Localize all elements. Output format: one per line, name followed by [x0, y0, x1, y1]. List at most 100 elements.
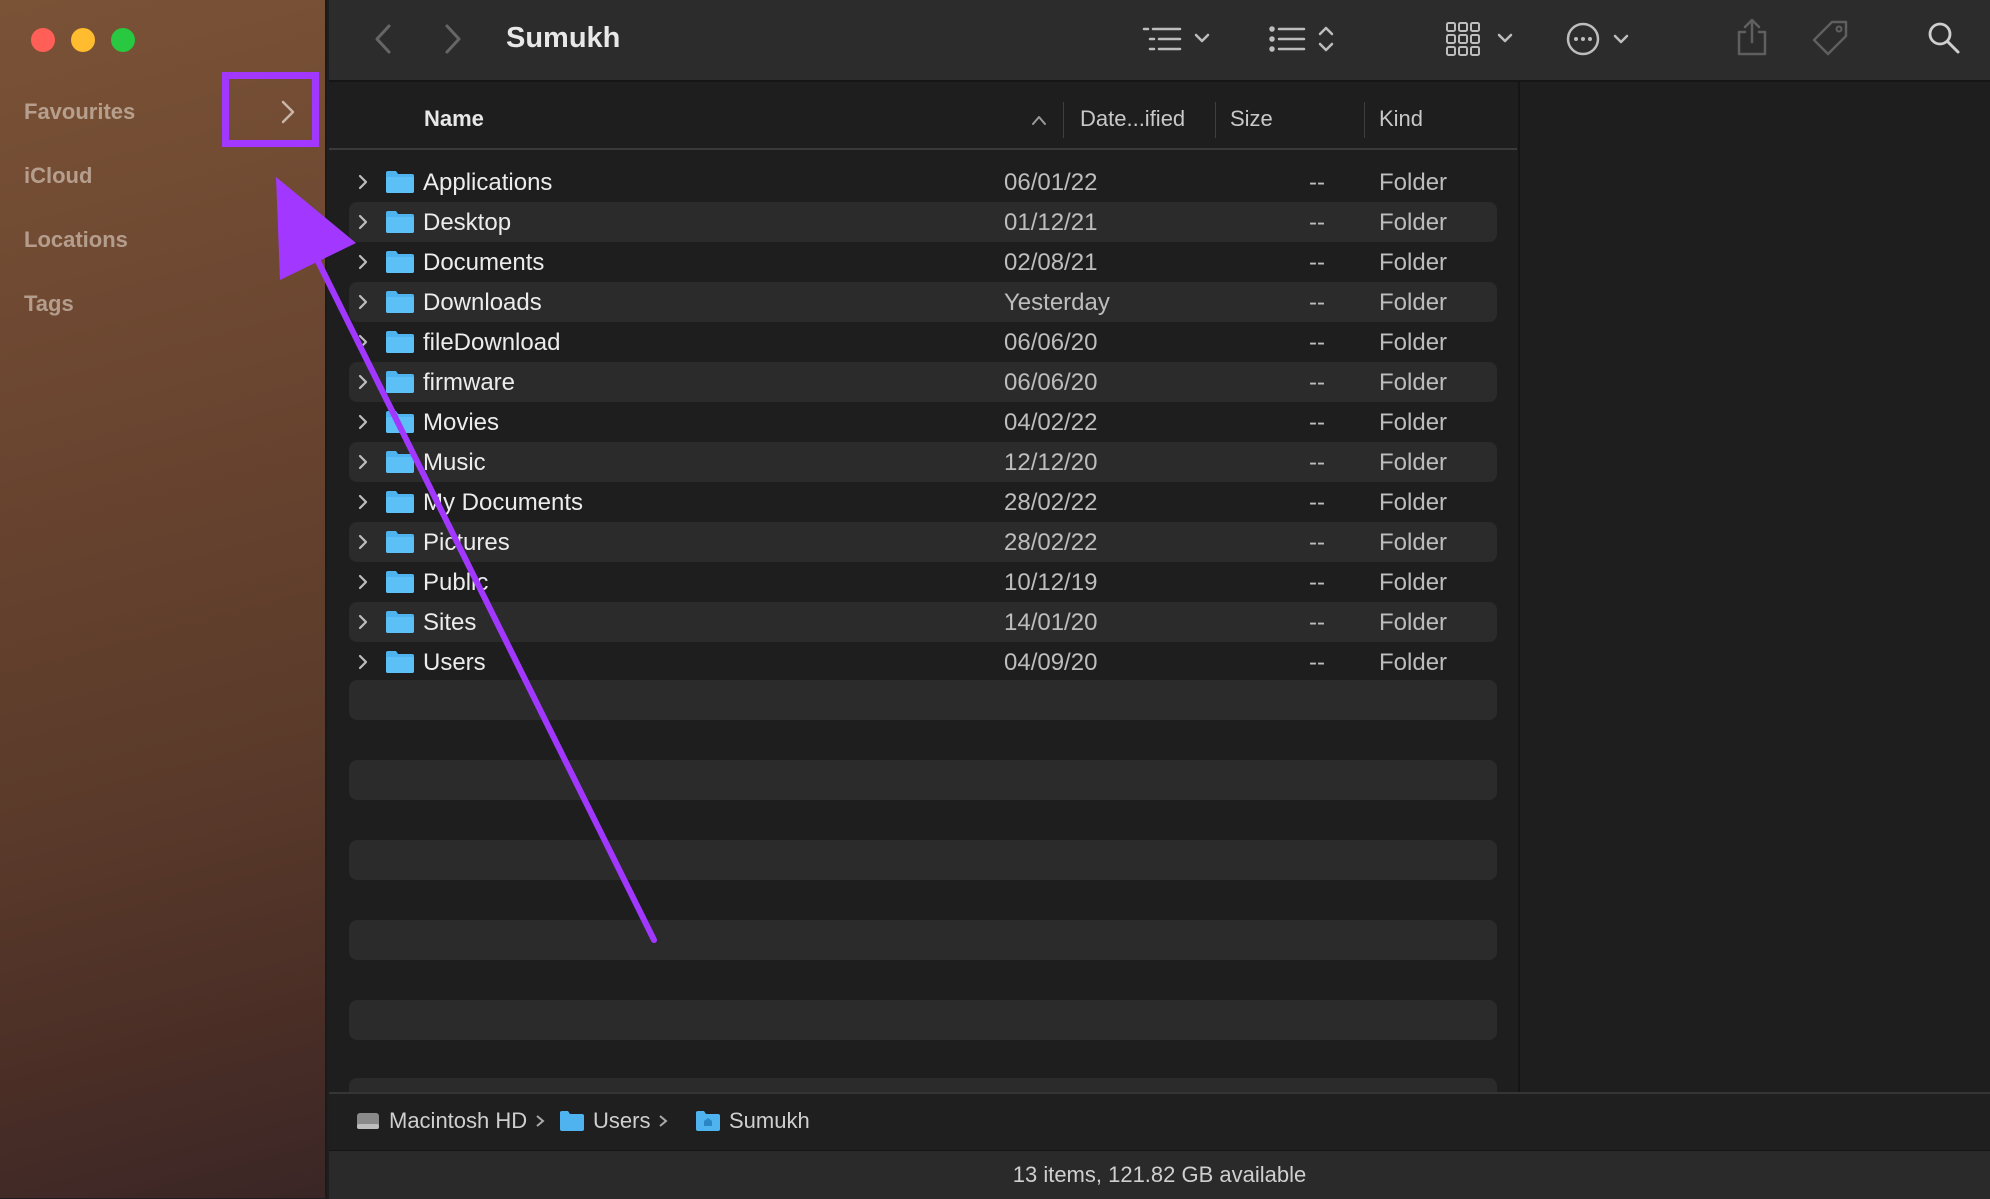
file-name: Public — [423, 569, 489, 596]
disclosure-chevron-icon[interactable] — [357, 533, 369, 551]
empty-row — [349, 760, 1497, 800]
folder-icon — [386, 611, 414, 633]
folder-icon — [386, 371, 414, 393]
table-row[interactable]: Documents 02/08/21 -- Folder — [349, 242, 1497, 282]
folder-icon — [386, 211, 414, 233]
file-size: -- — [1309, 369, 1325, 396]
file-date-modified: 28/02/22 — [1004, 489, 1098, 516]
sort-list-icon[interactable] — [1268, 22, 1338, 56]
file-list: Name Date...ified Size Kind Applications… — [329, 82, 1517, 1092]
share-icon[interactable] — [1734, 16, 1770, 58]
table-row[interactable]: Movies 04/02/22 -- Folder — [349, 402, 1497, 442]
column-header-kind[interactable]: Kind — [1379, 106, 1423, 132]
column-header-date[interactable]: Date...ified — [1080, 106, 1185, 132]
file-date-modified: 04/02/22 — [1004, 409, 1098, 436]
table-row[interactable]: Users 04/09/20 -- Folder — [349, 642, 1497, 682]
path-item-label: Sumukh — [729, 1108, 810, 1133]
table-row[interactable]: Sites 14/01/20 -- Folder — [349, 602, 1497, 642]
minimize-window-button[interactable] — [71, 28, 95, 52]
zoom-window-button[interactable] — [111, 28, 135, 52]
annotation-highlight-box — [222, 72, 319, 147]
table-row[interactable]: fileDownload 06/06/20 -- Folder — [349, 322, 1497, 362]
file-size: -- — [1309, 329, 1325, 356]
search-icon[interactable] — [1926, 20, 1962, 56]
folder-icon — [560, 1111, 584, 1131]
group-by-icon[interactable] — [1142, 24, 1212, 54]
file-name: Desktop — [423, 209, 512, 236]
file-date-modified: 14/01/20 — [1004, 609, 1098, 636]
file-size: -- — [1309, 569, 1325, 596]
disclosure-chevron-icon[interactable] — [357, 213, 369, 231]
file-kind: Folder — [1379, 489, 1448, 516]
sidebar-section-icloud[interactable]: iCloud — [24, 163, 92, 189]
sidebar-section-locations[interactable]: Locations — [24, 227, 128, 253]
tag-icon[interactable] — [1810, 18, 1850, 58]
file-name: Downloads — [423, 289, 542, 316]
column-separator[interactable] — [1063, 102, 1064, 138]
sidebar-section-favourites[interactable]: Favourites — [24, 99, 135, 125]
file-name: Movies — [423, 409, 500, 436]
file-kind: Folder — [1379, 649, 1448, 676]
table-row[interactable]: Pictures 28/02/22 -- Folder — [349, 522, 1497, 562]
file-date-modified: 02/08/21 — [1004, 249, 1098, 276]
file-kind: Folder — [1379, 529, 1448, 556]
table-row[interactable]: Music 12/12/20 -- Folder — [349, 442, 1497, 482]
column-header-size[interactable]: Size — [1230, 106, 1273, 132]
path-item-users[interactable]: Users — [559, 1108, 669, 1134]
column-separator[interactable] — [1364, 102, 1365, 138]
file-date-modified: 06/06/20 — [1004, 329, 1098, 356]
folder-icon — [386, 171, 414, 193]
table-row[interactable]: My Documents 28/02/22 -- Folder — [349, 482, 1497, 522]
disclosure-chevron-icon[interactable] — [357, 573, 369, 591]
disclosure-chevron-icon[interactable] — [357, 333, 369, 351]
more-actions-icon[interactable] — [1565, 20, 1635, 58]
file-date-modified: 01/12/21 — [1004, 209, 1098, 236]
file-name: fileDownload — [423, 329, 561, 356]
file-size: -- — [1309, 449, 1325, 476]
disclosure-chevron-icon[interactable] — [357, 293, 369, 311]
file-name: My Documents — [423, 489, 584, 516]
file-kind: Folder — [1379, 249, 1448, 276]
path-item-sumukh[interactable]: Sumukh — [695, 1108, 810, 1134]
table-row[interactable]: Desktop 01/12/21 -- Folder — [349, 202, 1497, 242]
file-size: -- — [1309, 249, 1325, 276]
file-date-modified: 06/06/20 — [1004, 369, 1098, 396]
disclosure-chevron-icon[interactable] — [357, 413, 369, 431]
disclosure-chevron-icon[interactable] — [357, 453, 369, 471]
file-name: Users — [423, 649, 486, 676]
forward-icon[interactable] — [443, 22, 463, 56]
file-size: -- — [1309, 609, 1325, 636]
file-name: Sites — [423, 609, 477, 636]
chevron-right-icon — [536, 1115, 545, 1127]
file-kind: Folder — [1379, 289, 1448, 316]
disclosure-chevron-icon[interactable] — [357, 173, 369, 191]
file-kind: Folder — [1379, 409, 1448, 436]
disclosure-chevron-icon[interactable] — [357, 373, 369, 391]
file-date-modified: 06/01/22 — [1004, 169, 1098, 196]
back-icon[interactable] — [373, 22, 393, 56]
sidebar-section-tags[interactable]: Tags — [24, 291, 74, 317]
table-row[interactable]: Downloads Yesterday -- Folder — [349, 282, 1497, 322]
close-window-button[interactable] — [31, 28, 55, 52]
folder-icon — [386, 531, 414, 553]
table-row[interactable]: Public 10/12/19 -- Folder — [349, 562, 1497, 602]
column-header: Name Date...ified Size Kind — [329, 92, 1517, 150]
disclosure-chevron-icon[interactable] — [357, 653, 369, 671]
file-size: -- — [1309, 209, 1325, 236]
disclosure-chevron-icon[interactable] — [357, 613, 369, 631]
path-item-macintosh-hd[interactable]: Macintosh HD — [355, 1108, 545, 1134]
table-row[interactable]: firmware 06/06/20 -- Folder — [349, 362, 1497, 402]
folder-icon — [386, 451, 414, 473]
column-separator[interactable] — [1215, 102, 1216, 138]
table-row[interactable]: Applications 06/01/22 -- Folder — [349, 162, 1497, 202]
disclosure-chevron-icon[interactable] — [357, 253, 369, 271]
file-kind: Folder — [1379, 569, 1448, 596]
file-date-modified: 12/12/20 — [1004, 449, 1098, 476]
preview-pane — [1518, 82, 1990, 1092]
disclosure-chevron-icon[interactable] — [357, 493, 369, 511]
file-size: -- — [1309, 289, 1325, 316]
file-kind: Folder — [1379, 449, 1448, 476]
folder-icon — [386, 291, 414, 313]
view-options-grid-icon[interactable] — [1445, 20, 1519, 58]
column-header-name[interactable]: Name — [424, 106, 484, 132]
